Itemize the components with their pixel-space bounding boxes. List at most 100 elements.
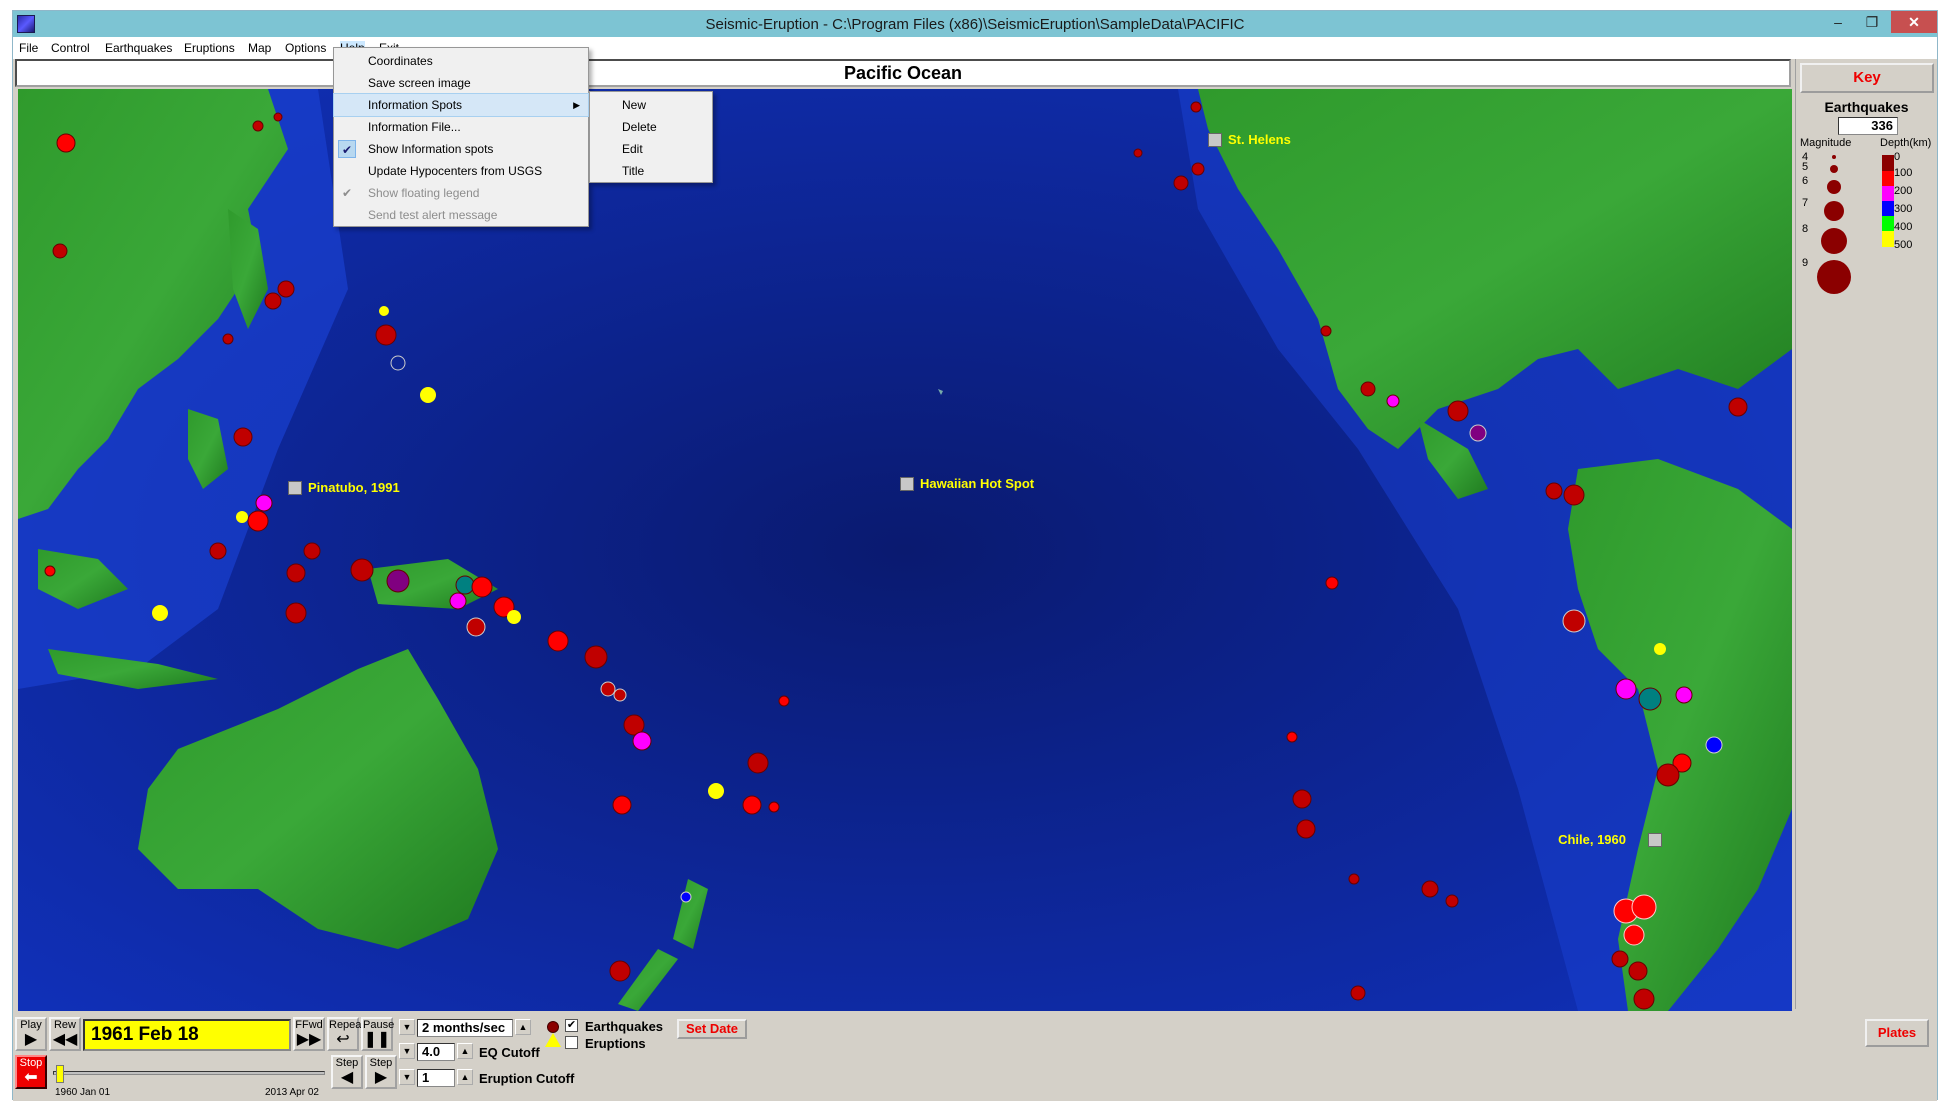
quake xyxy=(222,333,234,345)
quake xyxy=(609,960,631,982)
eruptions-label: Eruptions xyxy=(585,1036,646,1051)
menu-coordinates[interactable]: Coordinates xyxy=(334,50,588,72)
submenu-delete[interactable]: Delete xyxy=(590,116,712,138)
repeat-button[interactable]: Repeat ↩ xyxy=(327,1017,364,1051)
step-forward-button[interactable]: Step ▶ xyxy=(365,1055,397,1089)
menu-information-file[interactable]: Information File... xyxy=(334,116,588,138)
eruption xyxy=(1654,643,1666,655)
depth-color-scale xyxy=(1882,155,1894,247)
eq-cutoff-up-icon[interactable]: ▲ xyxy=(457,1043,473,1059)
earthquake-legend-icon xyxy=(547,1021,559,1033)
mag-dot xyxy=(1830,165,1838,173)
quake xyxy=(1675,686,1693,704)
eq-cutoff-down-icon[interactable]: ▼ xyxy=(399,1043,415,1059)
set-date-button[interactable]: Set Date xyxy=(677,1019,747,1039)
pause-button[interactable]: Pause ❚❚ xyxy=(361,1017,395,1051)
quake xyxy=(1386,394,1400,408)
timeline-start-date: 1960 Jan 01 xyxy=(55,1087,111,1098)
key-button[interactable]: Key xyxy=(1800,63,1934,93)
menu-item-label: Coordinates xyxy=(368,54,433,68)
speed-down-icon[interactable]: ▼ xyxy=(399,1019,415,1035)
quake xyxy=(747,752,769,774)
menu-earthquakes[interactable]: Earthquakes xyxy=(105,41,172,55)
info-spot-icon xyxy=(1648,833,1662,847)
quake xyxy=(1360,381,1376,397)
depth-label: Depth(km) xyxy=(1880,137,1932,149)
menu-eruptions[interactable]: Eruptions xyxy=(184,41,235,55)
minimize-button[interactable]: – xyxy=(1823,11,1853,33)
step-forward-label: Step xyxy=(369,1057,393,1069)
menu-send-test-alert: Send test alert message xyxy=(334,204,588,226)
eruption-cutoff-label: Eruption Cutoff xyxy=(479,1071,575,1086)
depth-swatch xyxy=(1882,216,1894,231)
earthquakes-heading: Earthquakes xyxy=(1824,99,1909,115)
menu-map[interactable]: Map xyxy=(248,41,271,55)
menu-information-spots[interactable]: Information Spots ▶ xyxy=(333,93,589,117)
eruption xyxy=(507,610,521,624)
eruption-cutoff-up-icon[interactable]: ▲ xyxy=(457,1069,473,1085)
quake xyxy=(613,688,627,702)
quake xyxy=(1350,985,1366,1001)
playback-controls: Play ▶ Rew ◀◀ 1961 Feb 18 FFwd ▶▶ Repeat… xyxy=(13,1011,1937,1101)
menu-control[interactable]: Control xyxy=(51,41,90,55)
quake xyxy=(209,542,227,560)
eruption-cutoff-down-icon[interactable]: ▼ xyxy=(399,1069,415,1085)
quake xyxy=(233,427,253,447)
earthquakes-checkbox[interactable]: ✔ xyxy=(565,1019,578,1032)
quake xyxy=(1348,873,1360,885)
menu-item-label: Show floating legend xyxy=(368,186,480,200)
quake xyxy=(600,681,616,697)
quake xyxy=(1631,894,1657,920)
quake xyxy=(1421,880,1439,898)
rewind-button[interactable]: Rew ◀◀ xyxy=(49,1017,81,1051)
close-button[interactable]: ✕ xyxy=(1891,11,1937,33)
quake xyxy=(1656,763,1680,787)
title-bar[interactable]: Seismic-Eruption - C:\Program Files (x86… xyxy=(13,11,1937,37)
step-back-label: Step xyxy=(335,1057,359,1069)
region-title: Pacific Ocean xyxy=(15,59,1791,87)
info-spot-icon xyxy=(1208,133,1222,147)
submenu-edit[interactable]: Edit xyxy=(590,138,712,160)
speed-up-icon[interactable]: ▲ xyxy=(515,1019,531,1035)
quake xyxy=(742,795,762,815)
timeline-track[interactable] xyxy=(53,1071,325,1075)
stop-button[interactable]: Stop ⬅ xyxy=(15,1055,47,1089)
step-back-button[interactable]: Step ◀ xyxy=(331,1055,363,1089)
timeline-thumb[interactable] xyxy=(55,1065,64,1083)
menu-item-label: Show Information spots xyxy=(368,142,494,156)
quake xyxy=(285,602,307,624)
submenu-new[interactable]: New xyxy=(590,94,712,116)
quake xyxy=(286,563,306,583)
quake xyxy=(1445,894,1459,908)
play-label: Play xyxy=(20,1019,42,1031)
maximize-button[interactable]: ❐ xyxy=(1855,11,1889,33)
mag-dot xyxy=(1832,155,1836,159)
info-spot-label: Pinatubo, 1991 xyxy=(308,480,400,495)
eruptions-checkbox[interactable] xyxy=(565,1036,578,1049)
menu-file[interactable]: File xyxy=(19,41,38,55)
map-canvas[interactable]: St. Helens Pinatubo, 1991 Hawaiian Hot S… xyxy=(18,89,1792,1011)
pause-icon: ❚❚ xyxy=(363,1031,391,1048)
quake xyxy=(386,569,410,593)
step-forward-icon: ▶ xyxy=(374,1069,388,1086)
menu-options[interactable]: Options xyxy=(285,41,326,55)
eruption-cutoff-field[interactable]: 1 xyxy=(417,1069,455,1087)
speed-field[interactable]: 2 months/sec xyxy=(417,1019,513,1037)
info-spot-label: Chile, 1960 xyxy=(1558,832,1626,847)
fast-forward-button[interactable]: FFwd ▶▶ xyxy=(293,1017,325,1051)
quake xyxy=(1325,576,1339,590)
depth-swatch xyxy=(1882,155,1894,171)
plates-button[interactable]: Plates xyxy=(1865,1019,1929,1047)
window-title: Seismic-Eruption - C:\Program Files (x86… xyxy=(705,16,1245,33)
eq-cutoff-field[interactable]: 4.0 xyxy=(417,1043,455,1061)
menu-show-information-spots[interactable]: ✔ Show Information spots xyxy=(334,138,588,160)
depth-500-label: 500 xyxy=(1894,239,1913,251)
menu-bar: File Control Earthquakes Eruptions Map O… xyxy=(13,37,1937,59)
menu-save-screen-image[interactable]: Save screen image xyxy=(334,72,588,94)
mag-dot xyxy=(1824,201,1844,221)
pause-label: Pause xyxy=(363,1019,395,1031)
play-button[interactable]: Play ▶ xyxy=(15,1017,47,1051)
menu-update-hypocenters[interactable]: Update Hypocenters from USGS xyxy=(334,160,588,182)
quake xyxy=(1728,397,1748,417)
submenu-title[interactable]: Title xyxy=(590,160,712,182)
